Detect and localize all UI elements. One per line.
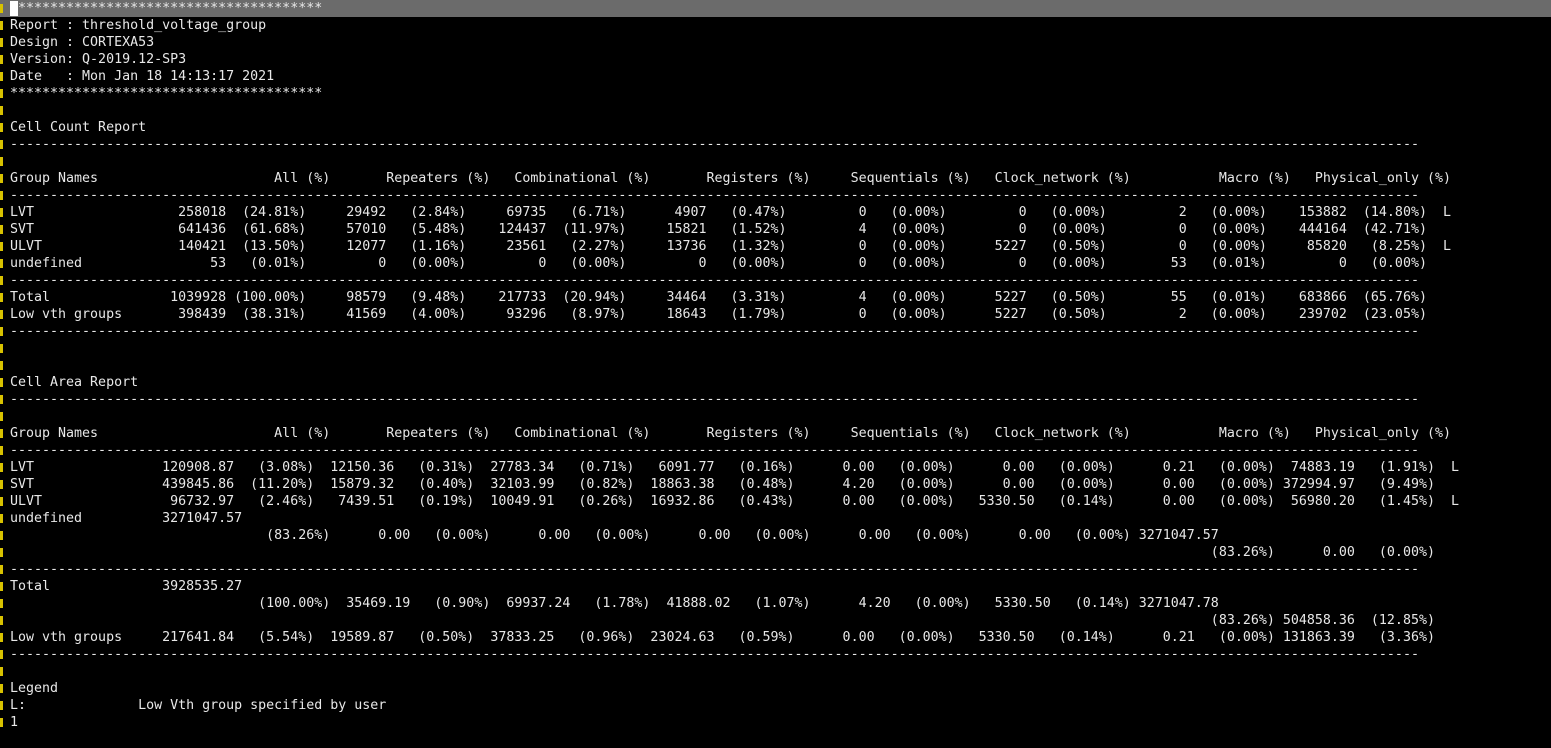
report-line: Report : threshold_voltage_group: [10, 18, 267, 33]
line-marker: [0, 633, 3, 642]
line-gutter: [0, 0, 4, 748]
line-marker: [0, 701, 3, 710]
report-line: 1: [10, 715, 19, 730]
report-line: [10, 102, 1459, 119]
report-line: [10, 153, 1459, 170]
line-marker: [0, 174, 3, 183]
report-line: (83.26%) 0.00 (0.00%) 0.00 (0.00%) 0.00 …: [10, 528, 1219, 543]
line-marker: [0, 412, 3, 421]
report-line: ----------------------------------------…: [10, 137, 1419, 152]
report-line: ----------------------------------------…: [10, 562, 1419, 577]
line-marker: [0, 667, 3, 676]
line-marker: [0, 616, 3, 625]
report-line: ----------------------------------------…: [10, 324, 1419, 339]
line-marker: [0, 38, 3, 47]
line-marker: [0, 361, 3, 370]
report-text: *************************************** R…: [10, 0, 1459, 731]
report-line: undefined 53 (0.01%) 0 (0.00%) 0 (0.00%)…: [10, 256, 1427, 271]
report-line: Group Names All (%) Repeaters (%) Combin…: [10, 171, 1451, 186]
line-marker: [0, 310, 3, 319]
report-line: LVT 258018 (24.81%) 29492 (2.84%) 69735 …: [10, 205, 1451, 220]
report-line: undefined 3271047.57: [10, 511, 243, 526]
line-marker: [0, 208, 3, 217]
line-marker: [0, 446, 3, 455]
line-marker: [0, 514, 3, 523]
report-line: Total 3928535.27: [10, 579, 243, 594]
report-line: (100.00%) 35469.19 (0.90%) 69937.24 (1.7…: [10, 596, 1219, 611]
report-line: (83.26%) 0.00 (0.00%): [10, 545, 1435, 560]
text-cursor: [10, 1, 18, 16]
line-marker: [0, 157, 3, 166]
line-marker: [0, 242, 3, 251]
line-marker: [0, 293, 3, 302]
report-line: Date : Mon Jan 18 14:13:17 2021: [10, 69, 275, 84]
report-line: [10, 340, 1459, 357]
report-line: ----------------------------------------…: [10, 273, 1419, 288]
report-line: Cell Count Report: [10, 120, 147, 135]
report-line: L: Low Vth group specified by user: [10, 698, 387, 713]
report-line: SVT 439845.86 (11.20%) 15879.32 (0.40%) …: [10, 477, 1435, 492]
report-line: [10, 357, 1459, 374]
line-marker: [0, 4, 3, 13]
report-line: Legend: [10, 681, 59, 696]
line-marker: [0, 225, 3, 234]
terminal-window[interactable]: *************************************** R…: [0, 0, 1551, 748]
line-marker: [0, 327, 3, 336]
report-line: ----------------------------------------…: [10, 392, 1419, 407]
line-marker: [0, 497, 3, 506]
line-marker: [0, 650, 3, 659]
line-marker: [0, 344, 3, 353]
line-marker: [0, 259, 3, 268]
report-line: ULVT 96732.97 (2.46%) 7439.51 (0.19%) 10…: [10, 494, 1459, 509]
line-marker: [0, 565, 3, 574]
report-line: Low vth groups 217641.84 (5.54%) 19589.8…: [10, 630, 1435, 645]
line-marker: [0, 191, 3, 200]
report-line: SVT 641436 (61.68%) 57010 (5.48%) 124437…: [10, 222, 1427, 237]
report-line: Low vth groups 398439 (38.31%) 41569 (4.…: [10, 307, 1427, 322]
line-marker: [0, 72, 3, 81]
report-line: LVT 120908.87 (3.08%) 12150.36 (0.31%) 2…: [10, 460, 1459, 475]
line-marker: [0, 582, 3, 591]
report-line: ----------------------------------------…: [10, 443, 1419, 458]
report-line: Group Names All (%) Repeaters (%) Combin…: [10, 426, 1451, 441]
line-marker: [0, 276, 3, 285]
report-line: (83.26%) 504858.36 (12.85%): [10, 613, 1435, 628]
report-line: ***************************************: [10, 86, 323, 101]
line-marker: [0, 106, 3, 115]
report-line: ----------------------------------------…: [10, 647, 1419, 662]
line-marker: [0, 480, 3, 489]
report-line: ***************************************: [10, 1, 323, 16]
line-marker: [0, 140, 3, 149]
report-line: ULVT 140421 (13.50%) 12077 (1.16%) 23561…: [10, 239, 1451, 254]
line-marker: [0, 531, 3, 540]
line-marker: [0, 89, 3, 98]
line-marker: [0, 463, 3, 472]
report-line: Version: Q-2019.12-SP3: [10, 52, 187, 67]
line-marker: [0, 429, 3, 438]
line-marker: [0, 548, 3, 557]
line-marker: [0, 718, 3, 727]
line-marker: [0, 123, 3, 132]
report-line: ----------------------------------------…: [10, 188, 1419, 203]
report-line: Total 1039928 (100.00%) 98579 (9.48%) 21…: [10, 290, 1427, 305]
line-marker: [0, 684, 3, 693]
line-marker: [0, 378, 3, 387]
line-marker: [0, 55, 3, 64]
report-line: [10, 663, 1459, 680]
line-marker: [0, 21, 3, 30]
line-marker: [0, 395, 3, 404]
report-line: Design : CORTEXA53: [10, 35, 155, 50]
line-marker: [0, 599, 3, 608]
report-line: Cell Area Report: [10, 375, 139, 390]
report-line: [10, 408, 1459, 425]
